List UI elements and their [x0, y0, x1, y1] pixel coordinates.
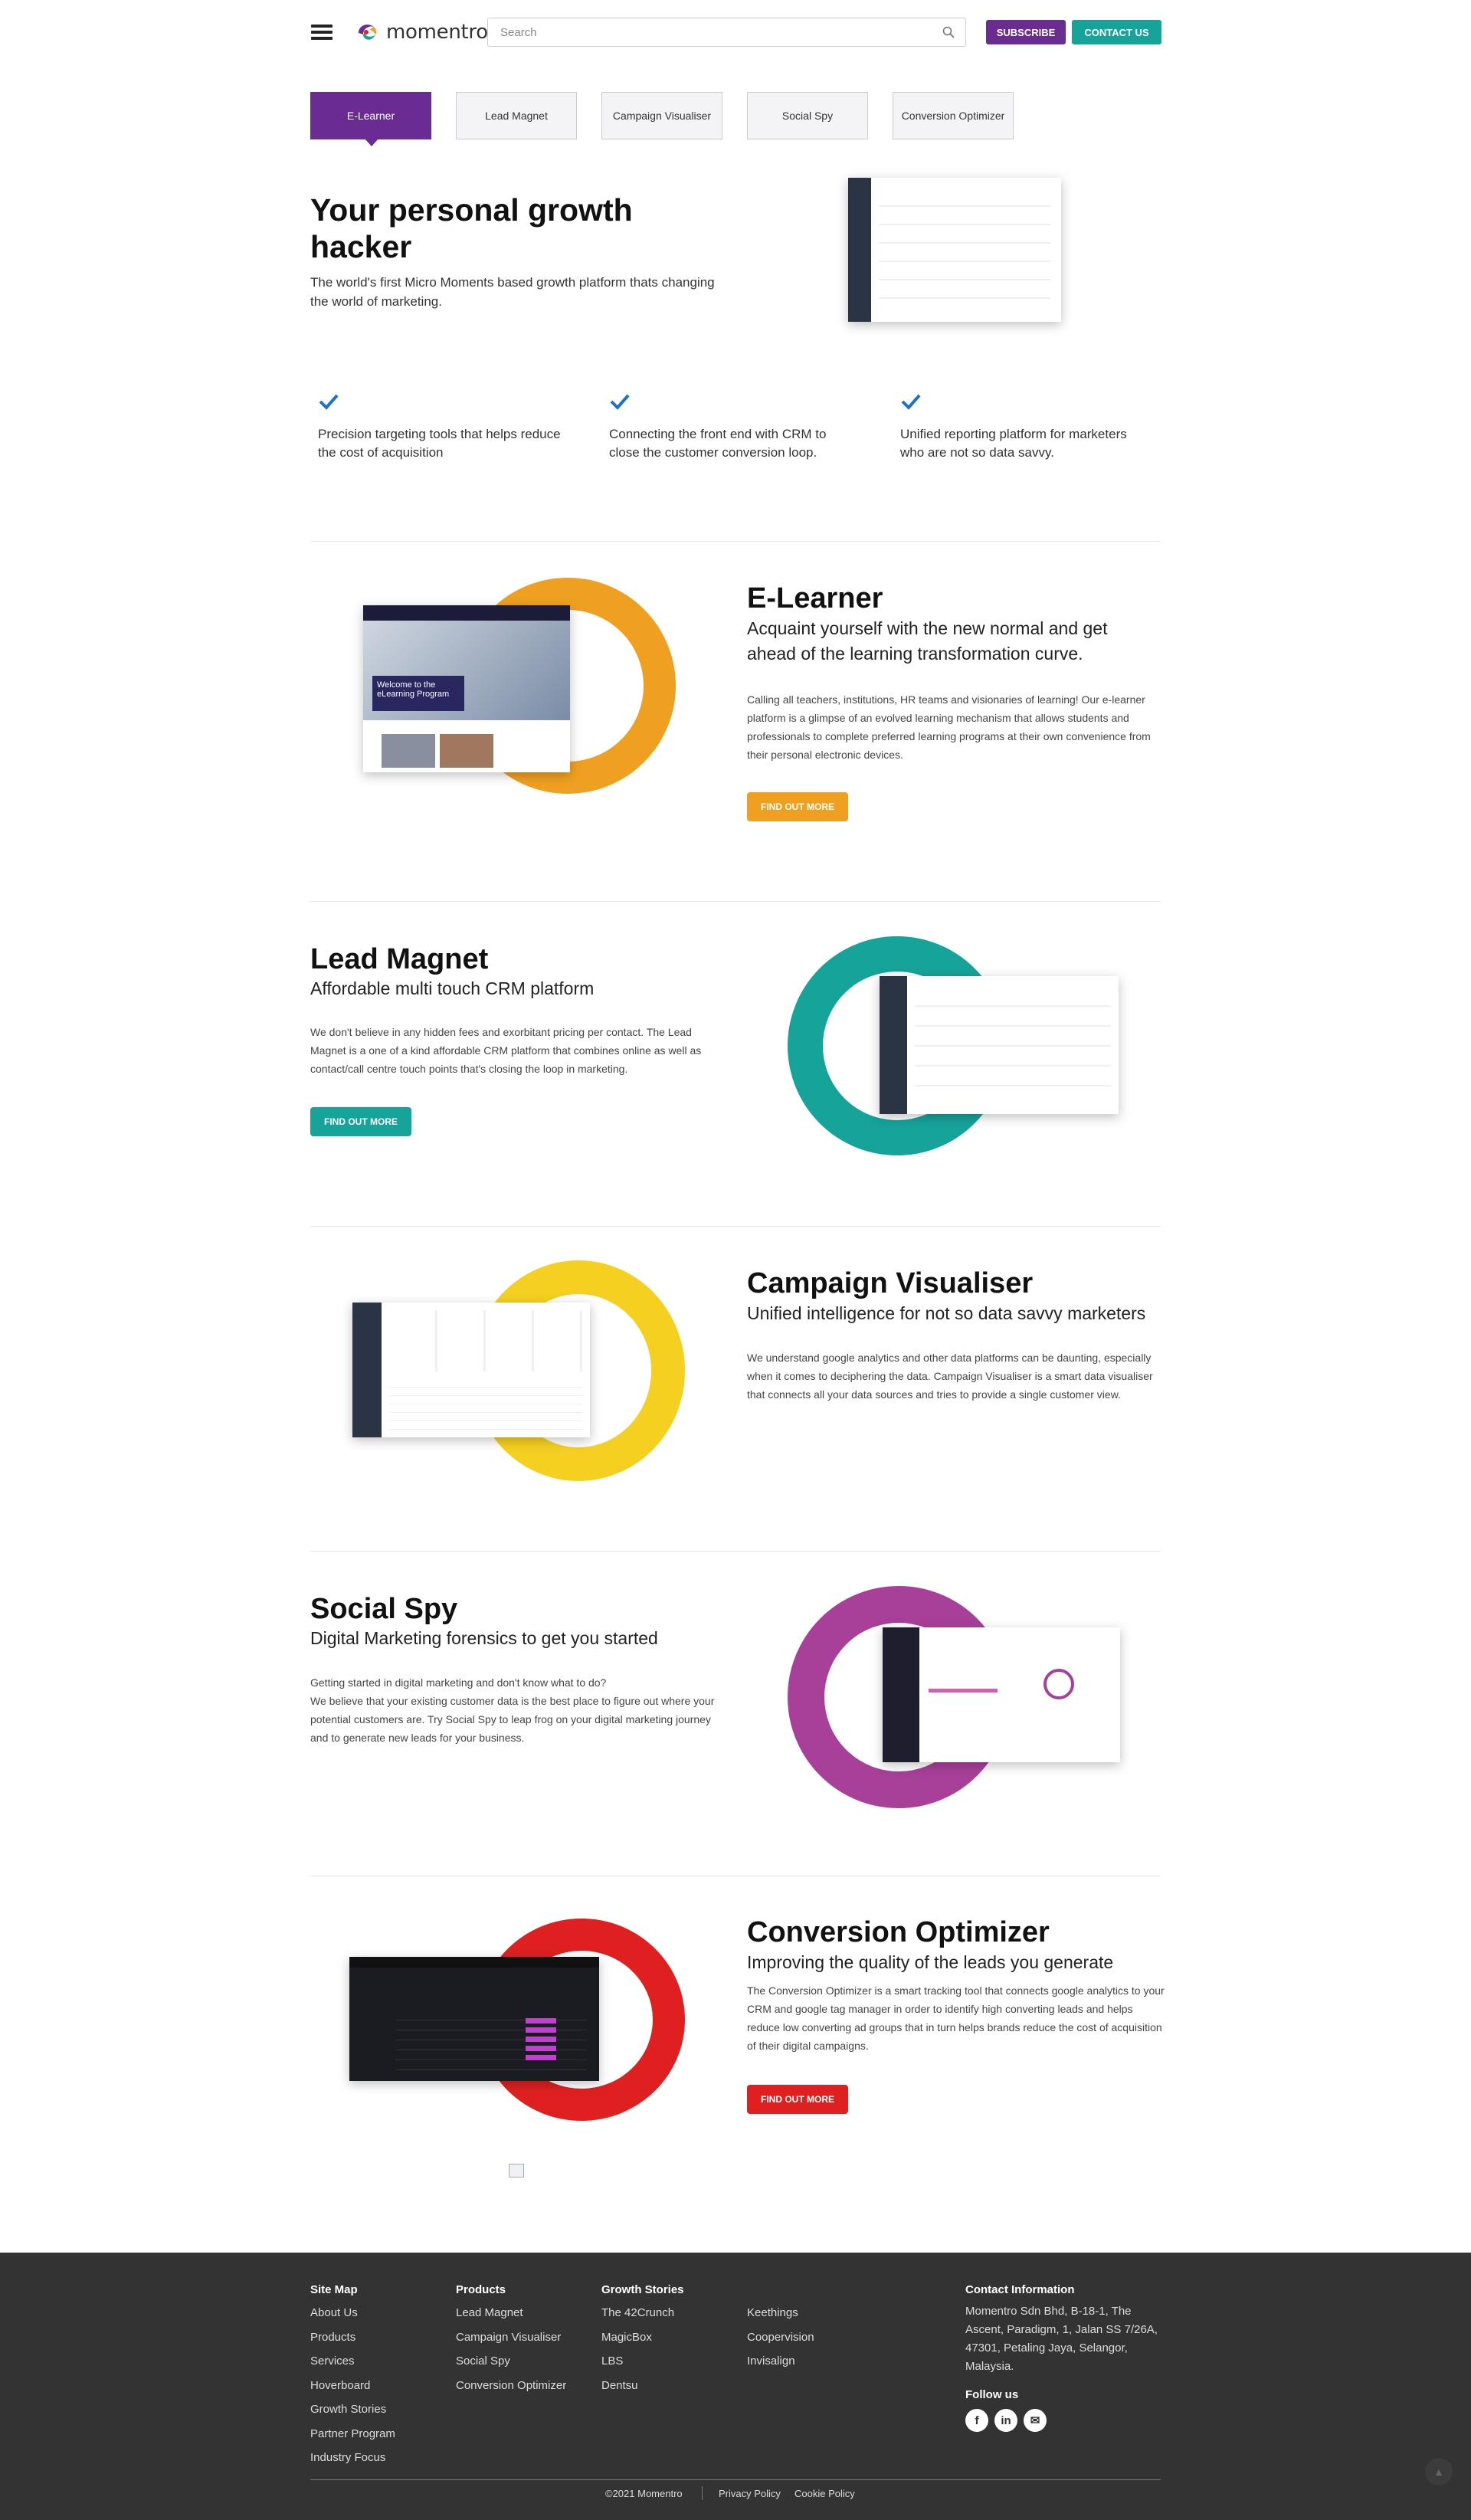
linkedin-icon[interactable]: in	[994, 2409, 1017, 2432]
lead-magnet-subtitle: Affordable multi touch CRM platform	[310, 978, 595, 998]
logo[interactable]: momentro	[355, 18, 488, 46]
footer-link-about-us[interactable]: About Us	[310, 2301, 395, 2325]
footer-link-services[interactable]: Services	[310, 2349, 395, 2374]
momentro-logo-icon	[359, 25, 377, 40]
divider	[310, 541, 1161, 542]
e-learner-screen-text: Welcome to the eLearning Program	[372, 676, 464, 711]
divider	[310, 1551, 1161, 1552]
social-spy-screenshot	[883, 1627, 1120, 1762]
footer-link-products[interactable]: Products	[310, 2325, 395, 2350]
e-learner-body: Calling all teachers, institutions, HR t…	[747, 693, 1151, 761]
check-icon	[901, 394, 921, 410]
footer-link-growth-stories[interactable]: Growth Stories	[310, 2397, 395, 2422]
facebook-icon[interactable]: f	[965, 2409, 988, 2432]
tab-conversion-optimizer[interactable]: Conversion Optimizer	[893, 92, 1014, 139]
feature-item: Unified reporting platform for marketers…	[900, 391, 1145, 462]
e-learner-find-out-more-button[interactable]: FIND OUT MORE	[747, 792, 848, 821]
feature-item: Connecting the front end with CRM to clo…	[609, 391, 854, 462]
footer-growth-stories-more: Keethings Coopervision Invisalign	[747, 2301, 814, 2374]
feature-text: Precision targeting tools that helps red…	[318, 427, 561, 460]
conversion-optimizer-subtitle: Improving the quality of the leads you g…	[747, 1952, 1114, 1972]
footer-link-coopervision[interactable]: Coopervision	[747, 2325, 814, 2350]
footer-link-keethings[interactable]: Keethings	[747, 2301, 814, 2325]
search-box[interactable]	[487, 18, 966, 47]
footer-heading: Growth Stories	[601, 2283, 684, 2296]
divider	[310, 1226, 1161, 1227]
lead-magnet-body: We don't believe in any hidden fees and …	[310, 1026, 702, 1075]
campaign-visualiser-screenshot	[352, 1303, 590, 1437]
footer-address: Momentro Sdn Bhd, B-18-1, The Ascent, Pa…	[965, 2305, 1158, 2373]
hero-dashboard-screenshot	[848, 178, 1061, 322]
check-icon	[319, 394, 339, 410]
search-icon[interactable]	[942, 26, 955, 38]
campaign-visualiser-body: We understand google analytics and other…	[747, 1352, 1153, 1401]
hero-title: Your personal growth hacker	[310, 192, 633, 264]
footer-products: Products Lead Magnet Campaign Visualiser…	[456, 2283, 566, 2397]
e-learner-subtitle: Acquaint yourself with the new normal an…	[747, 618, 1108, 664]
footer-link-hoverboard[interactable]: Hoverboard	[310, 2374, 395, 2398]
subscribe-button[interactable]: SUBSCRIBE	[986, 20, 1066, 44]
footer-cookie-link[interactable]: Cookie Policy	[794, 2488, 855, 2499]
e-learner-title: E-Learner	[747, 582, 883, 614]
tab-social-spy[interactable]: Social Spy	[747, 92, 868, 139]
social-spy-body: Getting started in digital marketing and…	[310, 1676, 715, 1744]
broken-image-icon	[509, 2164, 524, 2178]
footer-link-campaign-visualiser[interactable]: Campaign Visualiser	[456, 2325, 566, 2350]
footer-separator	[702, 2486, 703, 2500]
divider	[310, 901, 1161, 902]
feature-item: Precision targeting tools that helps red…	[318, 391, 563, 462]
scroll-to-top-icon[interactable]: ▲	[1425, 2458, 1453, 2486]
footer-link-social-spy[interactable]: Social Spy	[456, 2349, 566, 2374]
footer-growth-stories: Growth Stories The 42Crunch MagicBox LBS…	[601, 2283, 684, 2397]
conversion-optimizer-body: The Conversion Optimizer is a smart trac…	[747, 1984, 1165, 2052]
footer-divider	[310, 2479, 1161, 2480]
lead-magnet-title: Lead Magnet	[310, 943, 489, 975]
tab-campaign-visualiser[interactable]: Campaign Visualiser	[601, 92, 722, 139]
footer-heading: Site Map	[310, 2283, 358, 2296]
menu-icon[interactable]	[311, 25, 333, 40]
footer-link-lbs[interactable]: LBS	[601, 2349, 684, 2374]
lead-magnet-screenshot	[880, 976, 1119, 1114]
hero-subtitle: The world's first Micro Moments based gr…	[310, 275, 715, 309]
footer-follow-heading: Follow us	[965, 2388, 1019, 2401]
feature-text: Unified reporting platform for marketers…	[900, 427, 1127, 460]
footer-privacy-link[interactable]: Privacy Policy	[719, 2488, 781, 2499]
conversion-optimizer-find-out-more-button[interactable]: FIND OUT MORE	[747, 2085, 848, 2114]
conversion-optimizer-screenshot	[349, 1957, 599, 2081]
footer-heading: Contact Information	[965, 2283, 1075, 2296]
footer-link-industry-focus[interactable]: Industry Focus	[310, 2446, 395, 2470]
tab-lead-magnet[interactable]: Lead Magnet	[456, 92, 577, 139]
lead-magnet-find-out-more-button[interactable]: FIND OUT MORE	[310, 1107, 411, 1136]
feature-text: Connecting the front end with CRM to clo…	[609, 427, 827, 460]
contact-us-button[interactable]: CONTACT US	[1072, 20, 1161, 44]
footer-link-dentsu[interactable]: Dentsu	[601, 2374, 684, 2398]
tab-e-learner[interactable]: E-Learner	[310, 92, 431, 146]
email-icon[interactable]: ✉	[1024, 2409, 1047, 2432]
footer-contact: Contact Information Momentro Sdn Bhd, B-…	[965, 2283, 1161, 2432]
campaign-visualiser-title: Campaign Visualiser	[747, 1267, 1034, 1299]
footer-link-42crunch[interactable]: The 42Crunch	[601, 2301, 684, 2325]
search-input[interactable]	[499, 25, 942, 40]
footer-link-partner-program[interactable]: Partner Program	[310, 2422, 395, 2446]
conversion-optimizer-title: Conversion Optimizer	[747, 1916, 1050, 1948]
social-spy-subtitle: Digital Marketing forensics to get you s…	[310, 1628, 658, 1648]
footer-link-invisalign[interactable]: Invisalign	[747, 2349, 814, 2374]
footer-copyright: ©2021 Momentro	[605, 2488, 683, 2499]
footer-link-magicbox[interactable]: MagicBox	[601, 2325, 684, 2350]
logo-text: momentro	[386, 21, 488, 44]
footer-link-conversion-optimizer[interactable]: Conversion Optimizer	[456, 2374, 566, 2398]
e-learner-screenshot: Welcome to the eLearning Program	[363, 605, 570, 772]
check-icon	[610, 394, 630, 410]
footer-link-lead-magnet[interactable]: Lead Magnet	[456, 2301, 566, 2325]
campaign-visualiser-subtitle: Unified intelligence for not so data sav…	[747, 1303, 1146, 1323]
social-spy-title: Social Spy	[310, 1593, 458, 1625]
footer-sitemap: Site Map About Us Products Services Hove…	[310, 2283, 395, 2470]
footer-heading: Products	[456, 2283, 506, 2296]
